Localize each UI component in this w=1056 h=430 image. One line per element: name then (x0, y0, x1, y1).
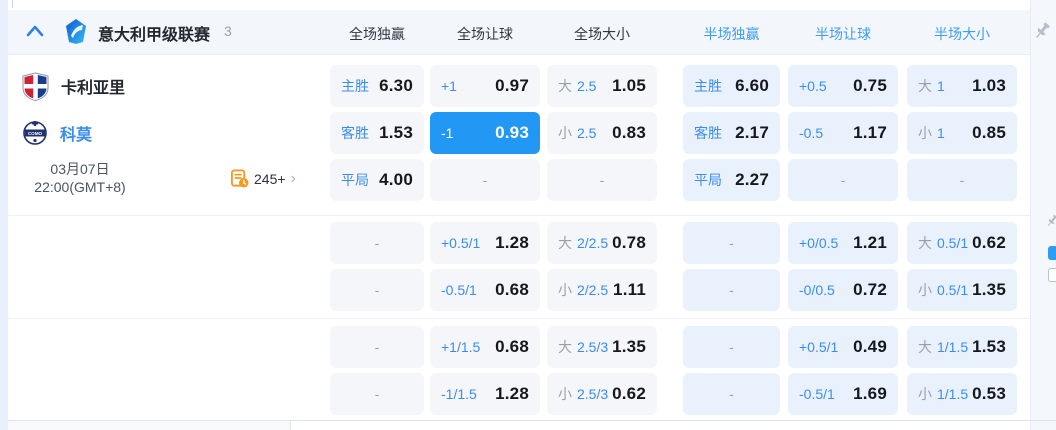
odds-cell-handicap[interactable]: -1/1.5 1.28 (430, 373, 540, 415)
section-bottom-divider (8, 420, 1056, 421)
odds-cell-handicap[interactable]: +0.5/1 0.49 (788, 326, 898, 368)
pin-icon-clipped[interactable] (1044, 213, 1056, 234)
odds-cell-empty: - (547, 159, 657, 201)
odds-cell-empty: - (430, 159, 540, 201)
odds-cell-overunder[interactable]: 大 2.5 1.05 (547, 65, 657, 107)
odds-cell-empty: - (330, 269, 424, 311)
betting-odds-panel: 意大利甲级联赛 3 全场独赢 全场让球 全场大小 半场独赢 半场让球 半场大小 … (0, 0, 1056, 430)
odds-cell-win[interactable]: 客胜 1.53 (330, 112, 424, 154)
odds-cell-overunder[interactable]: 小 2.5/3 0.62 (547, 373, 657, 415)
odds-cell-win[interactable]: 平局 2.27 (683, 159, 780, 201)
odds-cell-overunder[interactable]: 小 0.5/1 1.35 (907, 269, 1017, 311)
chevron-up-icon (26, 25, 44, 37)
odds-cell-handicap[interactable]: -0.5 1.17 (788, 112, 898, 154)
markets-stats-icon (230, 169, 249, 188)
away-team-row[interactable]: COMO 科莫 (22, 117, 92, 149)
odds-cell-empty: - (330, 222, 424, 264)
chevron-right-icon: › (290, 169, 296, 187)
odds-cell-empty: - (330, 326, 424, 368)
column-header-full-overunder: 全场大小 (574, 26, 630, 42)
odds-cell-overunder[interactable]: 大 1 1.03 (907, 65, 1017, 107)
como-crest-icon: COMO (23, 121, 47, 145)
column-header-full-win: 全场独赢 (349, 26, 405, 42)
more-markets-button[interactable]: 245+ › (230, 169, 296, 188)
odds-cell-empty: - (683, 326, 780, 368)
odds-cell-handicap[interactable]: +0.5/1 1.28 (430, 222, 540, 264)
odds-cell-overunder[interactable]: 小 2/2.5 1.11 (547, 269, 657, 311)
odds-cell-handicap[interactable]: +0/0.5 1.21 (788, 222, 898, 264)
collapse-button[interactable] (26, 24, 44, 38)
next-section-divider (290, 421, 291, 430)
odds-cell-handicap[interactable]: +0.5 0.75 (788, 65, 898, 107)
odds-cell-empty: - (683, 373, 780, 415)
away-team-name: 科莫 (60, 127, 93, 144)
home-team-row[interactable]: 卡利亚里 (22, 70, 125, 102)
column-header-full-handicap: 全场让球 (457, 26, 513, 42)
odds-cell-win[interactable]: 主胜 6.30 (330, 65, 424, 107)
odds-cell-win[interactable]: 主胜 6.60 (683, 65, 780, 107)
action-icon-clipped[interactable] (1048, 268, 1056, 282)
match-time: 22:00(GMT+8) (34, 179, 126, 195)
odds-cell-overunder[interactable]: 大 0.5/1 0.62 (907, 222, 1017, 264)
odds-cell-overunder[interactable]: 大 1/1.5 1.53 (907, 326, 1017, 368)
odds-cell-empty: - (907, 159, 1017, 201)
odds-cell-handicap[interactable]: -0/0.5 0.72 (788, 269, 898, 311)
page-left-strip (0, 0, 8, 430)
svg-text:COMO: COMO (28, 131, 43, 136)
odds-cell-handicap-selected[interactable]: -1 0.93 (430, 112, 540, 154)
odds-cell-empty: - (788, 159, 898, 201)
odds-cell-overunder[interactable]: 大 2.5/3 1.35 (547, 326, 657, 368)
odds-cell-empty: - (683, 222, 780, 264)
match-datetime: 03月07日 22:00(GMT+8) (10, 160, 150, 196)
serie-a-logo-icon (64, 18, 88, 45)
home-team-name: 卡利亚里 (61, 80, 126, 97)
column-header-half-handicap: 半场让球 (815, 26, 871, 42)
previous-section-edge (12, 0, 13, 8)
odds-cell-overunder[interactable]: 小 1 0.85 (907, 112, 1017, 154)
odds-cell-overunder[interactable]: 小 2.5 0.83 (547, 112, 657, 154)
match-date: 03月07日 (50, 161, 110, 177)
league-match-count: 3 (224, 23, 232, 39)
odds-cell-overunder[interactable]: 小 1/1.5 0.53 (907, 373, 1017, 415)
odds-cell-empty: - (683, 269, 780, 311)
more-markets-count: 245+ (254, 170, 286, 187)
column-header-half-overunder: 半场大小 (934, 26, 990, 42)
odds-cell-handicap[interactable]: +1 0.97 (430, 65, 540, 107)
pin-icon[interactable] (1031, 20, 1053, 42)
odds-cell-handicap[interactable]: +1/1.5 0.68 (430, 326, 540, 368)
odds-cell-overunder[interactable]: 大 2/2.5 0.78 (547, 222, 657, 264)
group-divider (8, 215, 1030, 216)
odds-cell-win[interactable]: 平局 4.00 (330, 159, 424, 201)
odds-cell-empty: - (330, 373, 424, 415)
next-section-sliver (8, 421, 290, 430)
odds-cell-win[interactable]: 客胜 2.17 (683, 112, 780, 154)
group-divider (8, 318, 1030, 319)
action-icon-clipped[interactable] (1048, 246, 1056, 260)
cagliari-crest-icon (22, 71, 49, 101)
column-header-half-win: 半场独赢 (703, 26, 760, 42)
odds-cell-handicap[interactable]: -0.5/1 1.69 (788, 373, 898, 415)
odds-cell-handicap[interactable]: -0.5/1 0.68 (430, 269, 540, 311)
league-title: 意大利甲级联赛 (98, 27, 211, 44)
